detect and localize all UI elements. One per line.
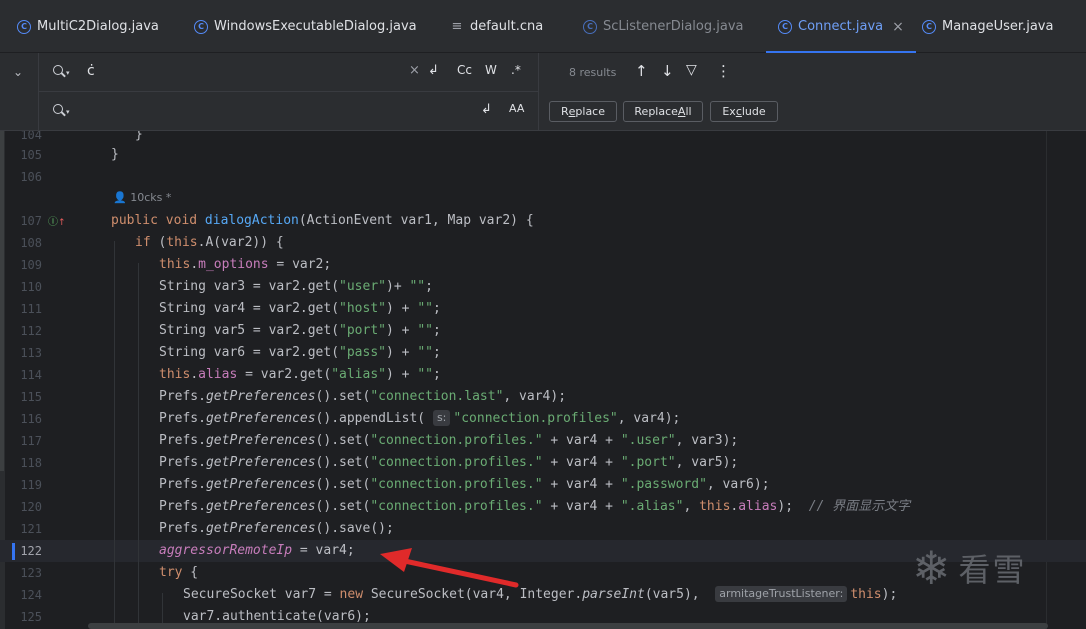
java-class-icon: C bbox=[194, 19, 208, 34]
line-number: 109 bbox=[20, 258, 42, 272]
red-annotation-arrow-icon bbox=[380, 548, 519, 588]
code-line[interactable]: } bbox=[135, 131, 143, 146]
horizontal-scrollbar[interactable] bbox=[88, 623, 1048, 629]
line-number-current: 122 bbox=[20, 544, 42, 558]
tab-label: MultiC2Dialog.java bbox=[37, 19, 159, 34]
code-comment: // 界面显示文字 bbox=[808, 499, 911, 514]
tab-label: WindowsExecutableDialog.java bbox=[214, 19, 417, 34]
line-number: 106 bbox=[20, 170, 42, 184]
regex-toggle[interactable]: .* bbox=[511, 63, 521, 77]
code-line[interactable]: SecureSocket var7 = new SecureSocket(var… bbox=[183, 584, 897, 606]
whole-words-toggle[interactable]: W bbox=[485, 63, 497, 77]
code-line-current[interactable]: aggressorRemoteIp = var4; bbox=[159, 540, 355, 562]
line-number: 118 bbox=[20, 456, 42, 470]
java-class-icon: C bbox=[17, 19, 31, 34]
replace-button[interactable]: Re place bbox=[549, 101, 617, 122]
indent-guide bbox=[114, 241, 115, 629]
watermark-text: 看雪 bbox=[958, 551, 1027, 589]
line-number: 123 bbox=[20, 566, 42, 580]
new-line-icon[interactable]: ↲ bbox=[481, 102, 492, 117]
replace-history-icon[interactable]: ▾ bbox=[53, 104, 70, 118]
parameter-hint: s: bbox=[432, 410, 451, 426]
line-number: 105 bbox=[20, 148, 42, 162]
clear-search-icon[interactable]: × bbox=[409, 63, 420, 78]
code-line[interactable]: try { bbox=[159, 562, 198, 584]
find-replace-panel: ⌄ ▾ ċ × ↲ Cc W .* ▾ ↲ AA 8 results ↑ ↓ ▽… bbox=[0, 53, 1086, 131]
code-line[interactable]: Prefs.getPreferences().set("connection.p… bbox=[159, 452, 738, 474]
code-line[interactable]: Prefs.getPreferences().set("connection.l… bbox=[159, 386, 566, 408]
code-line[interactable]: if (this.A(var2)) { bbox=[135, 232, 284, 254]
tab-label: ManageUser.java bbox=[942, 19, 1054, 34]
close-tab-icon[interactable]: × bbox=[892, 19, 904, 35]
line-number: 119 bbox=[20, 478, 42, 492]
kanxue-watermark: ❄ 看雪 bbox=[912, 545, 1027, 591]
java-class-icon: C bbox=[922, 19, 936, 34]
code-line[interactable]: String var3 = var2.get("user")+ ""; bbox=[159, 276, 433, 298]
line-number: 115 bbox=[20, 390, 42, 404]
code-line[interactable]: Prefs.getPreferences().set("connection.p… bbox=[159, 430, 738, 452]
code-line[interactable]: Prefs.getPreferences().set("connection.p… bbox=[159, 496, 910, 518]
line-number: 125 bbox=[20, 610, 42, 624]
line-number: 116 bbox=[20, 412, 42, 426]
preserve-case-toggle[interactable]: AA bbox=[509, 102, 524, 115]
editor-tab-bar: C MultiC2Dialog.java C WindowsExecutable… bbox=[0, 0, 1086, 53]
java-class-icon: C bbox=[583, 19, 597, 34]
code-line[interactable]: Prefs.getPreferences().set("connection.p… bbox=[159, 474, 770, 496]
exclude-button[interactable]: Ex c lude bbox=[710, 101, 778, 122]
find-input[interactable]: ċ bbox=[87, 63, 95, 79]
tab-label: ScListenerDialog.java bbox=[603, 19, 744, 34]
next-occurrence-icon[interactable]: ↓ bbox=[661, 62, 674, 80]
java-class-icon: C bbox=[778, 19, 792, 34]
code-line[interactable]: Prefs.getPreferences().appendList( s: "co… bbox=[159, 408, 680, 430]
filter-icon[interactable]: ▽ bbox=[686, 62, 697, 78]
tab-manageuser[interactable]: C ManageUser.java bbox=[922, 0, 1053, 53]
line-number: 117 bbox=[20, 434, 42, 448]
line-number: 124 bbox=[20, 588, 42, 602]
tab-windowsexecutabledialog[interactable]: C WindowsExecutableDialog.java bbox=[194, 0, 417, 53]
replace-all-button[interactable]: Replace All bbox=[623, 101, 703, 122]
collapse-replace-icon[interactable]: ⌄ bbox=[13, 65, 23, 79]
tab-label: Connect.java bbox=[798, 19, 884, 34]
parameter-hint: armitageTrustListener: bbox=[715, 586, 848, 602]
replace-field[interactable]: ▾ ↲ AA bbox=[38, 92, 539, 131]
line-number: 112 bbox=[20, 324, 42, 338]
code-line[interactable]: Prefs.getPreferences().save(); bbox=[159, 518, 394, 540]
tab-sclistenerdialog[interactable]: C ScListenerDialog.java bbox=[583, 0, 743, 53]
tab-label: default.cna bbox=[470, 19, 544, 34]
indent-guide bbox=[138, 263, 139, 629]
code-line[interactable]: String var6 = var2.get("pass") + ""; bbox=[159, 342, 441, 364]
code-line[interactable]: String var5 = var2.get("port") + ""; bbox=[159, 320, 441, 342]
code-line[interactable]: String var4 = var2.get("host") + ""; bbox=[159, 298, 441, 320]
text-file-icon: ≡ bbox=[451, 19, 463, 34]
previous-occurrence-icon[interactable]: ↑ bbox=[635, 62, 648, 80]
tab-multic2dialog[interactable]: C MultiC2Dialog.java bbox=[17, 0, 159, 53]
more-options-icon[interactable]: ⋮ bbox=[716, 62, 731, 80]
line-number: 107 bbox=[20, 214, 42, 228]
line-number: 120 bbox=[20, 500, 42, 514]
line-number: 111 bbox=[20, 302, 42, 316]
code-line[interactable]: this.alias = var2.get("alias") + ""; bbox=[159, 364, 441, 386]
code-line[interactable]: } bbox=[111, 144, 119, 166]
line-number: 110 bbox=[20, 280, 42, 294]
code-line[interactable]: this.m_options = var2; bbox=[159, 254, 331, 276]
results-count: 8 results bbox=[569, 66, 617, 79]
find-field[interactable]: ▾ ċ × ↲ Cc W .* bbox=[38, 53, 539, 92]
match-case-toggle[interactable]: Cc bbox=[457, 63, 472, 77]
author-inlay-hint[interactable]: 👤 10cks * bbox=[113, 191, 171, 204]
tab-connect[interactable]: C Connect.java × bbox=[766, 0, 916, 53]
new-line-icon[interactable]: ↲ bbox=[428, 63, 439, 78]
search-history-icon[interactable]: ▾ bbox=[53, 65, 70, 79]
line-number: 114 bbox=[20, 368, 42, 382]
line-number: 113 bbox=[20, 346, 42, 360]
line-number: 121 bbox=[20, 522, 42, 536]
implements-method-icon[interactable]: Ⓘ↑ bbox=[48, 213, 66, 228]
snowflake-logo-icon: ❄ bbox=[912, 541, 951, 595]
code-line[interactable]: public void dialogAction(ActionEvent var… bbox=[111, 210, 534, 232]
tab-default-cna[interactable]: ≡ default.cna bbox=[450, 0, 544, 53]
line-number: 108 bbox=[20, 236, 42, 250]
